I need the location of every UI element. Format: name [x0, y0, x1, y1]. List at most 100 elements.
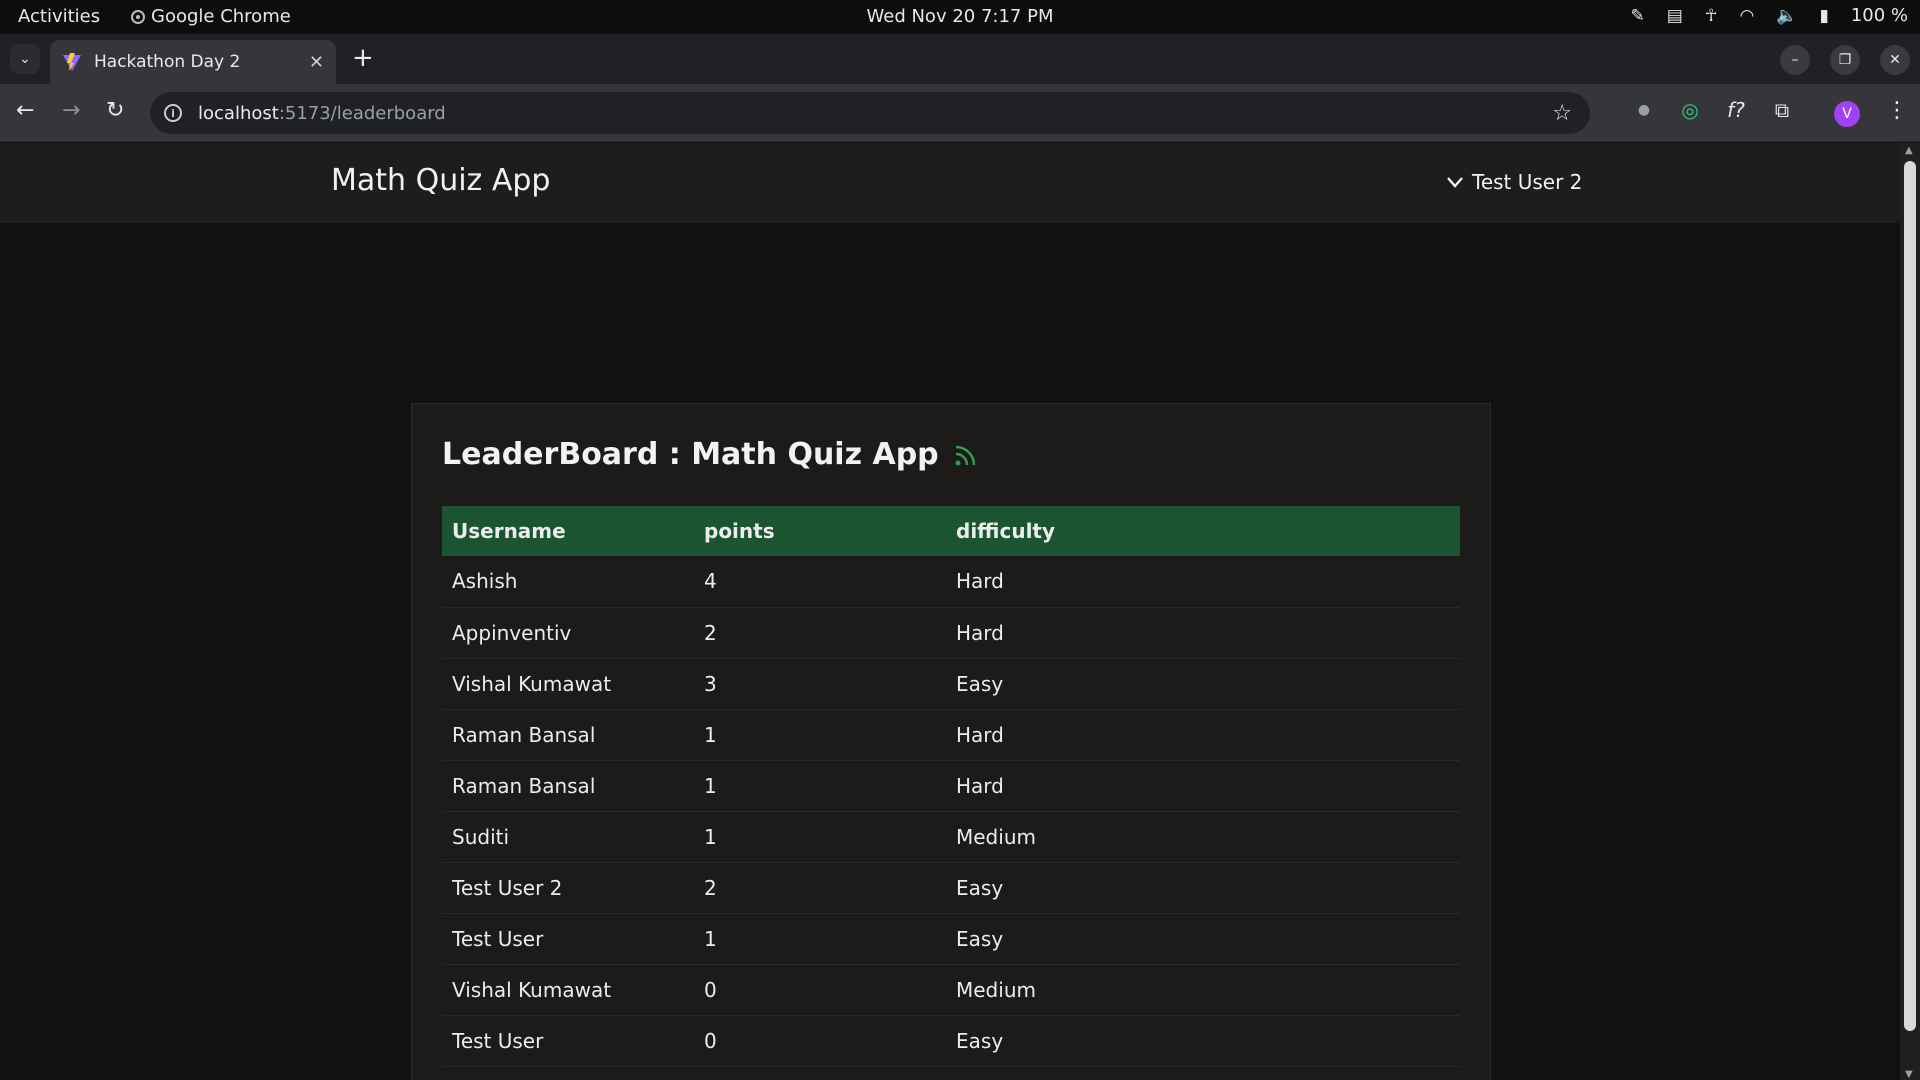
table-row: Vishal Kumawat 0 Medium	[442, 964, 1460, 1016]
table-row: Test User 1 Easy	[442, 913, 1460, 965]
restore-icon[interactable]: ❐	[1830, 45, 1860, 75]
cell-difficulty: Easy	[946, 1015, 1460, 1067]
cell-username: Appinventiv	[442, 607, 694, 659]
tab-title: Hackathon Day 2	[94, 52, 241, 72]
chevron-down-icon	[1447, 177, 1463, 188]
cell-points: 2	[694, 607, 946, 659]
cell-difficulty: Medium	[946, 811, 1460, 863]
volume-icon[interactable]: 🔈	[1776, 6, 1797, 26]
scroll-up-icon[interactable]: ▲	[1905, 145, 1913, 156]
cell-points: 0	[694, 964, 946, 1016]
system-clock[interactable]: Wed Nov 20 7:17 PM	[867, 6, 1054, 27]
table-row: Appinventiv 2 Hard	[442, 607, 1460, 659]
chrome-icon	[131, 9, 145, 24]
close-window-icon[interactable]: ✕	[1880, 45, 1910, 75]
user-menu-toggle[interactable]: Test User 2	[1446, 170, 1582, 194]
more-menu-icon[interactable]: ⋮	[1886, 98, 1908, 123]
battery-icon[interactable]: ▮	[1819, 6, 1828, 26]
scroll-down-icon[interactable]: ▼	[1905, 1069, 1913, 1080]
browser-toolbar: ← → ↻ i localhost :5173/leaderboard ☆ ● …	[0, 84, 1920, 142]
forward-arrow-icon[interactable]: →	[62, 98, 80, 123]
cell-username: Test User	[442, 1015, 694, 1067]
column-header-points: points	[704, 519, 775, 543]
tab-search-button[interactable]: ⌄	[10, 44, 40, 74]
site-info-icon[interactable]: i	[164, 104, 182, 122]
cell-difficulty: Easy	[946, 862, 1460, 914]
cell-difficulty: Easy	[946, 658, 1460, 710]
cell-difficulty: Medium	[946, 964, 1460, 1016]
app-header: Math Quiz App Test User 2	[0, 143, 1900, 223]
chevron-down-icon: ⌄	[19, 51, 31, 67]
table-row: Test User 0 Easy	[442, 1015, 1460, 1067]
cell-points: 1	[694, 913, 946, 965]
address-bar[interactable]: i localhost :5173/leaderboard ☆	[150, 92, 1590, 134]
column-header-username: Username	[452, 519, 566, 543]
cell-points: 1	[694, 709, 946, 761]
cell-difficulty: Hard	[946, 556, 1460, 608]
clipboard-icon[interactable]: ▤	[1667, 6, 1683, 26]
page-title: LeaderBoard : Math Quiz App	[442, 437, 939, 472]
vite-favicon-icon	[63, 53, 81, 71]
url-host: localhost	[198, 102, 279, 124]
target-extension-icon[interactable]: ◎	[1678, 98, 1702, 122]
scrollbar-thumb[interactable]	[1904, 161, 1916, 1031]
cell-points: 1	[694, 811, 946, 863]
battery-level: 100 %	[1850, 5, 1908, 26]
profile-avatar[interactable]: V	[1834, 101, 1860, 127]
cell-username: Test User 2	[442, 862, 694, 914]
browser-tab[interactable]: Hackathon Day 2 ✕	[50, 40, 336, 84]
table-row: Raman Bansal 1 Hard	[442, 760, 1460, 812]
table-row: Raman Bansal 1 Hard	[442, 709, 1460, 761]
wifi-icon[interactable]: ◠	[1739, 6, 1754, 26]
cell-points: 1	[694, 760, 946, 812]
active-app-label: Google Chrome	[151, 6, 291, 27]
table-row: Suditi 1 Medium	[442, 811, 1460, 863]
table-header-row: Username points difficulty	[442, 506, 1460, 556]
url-path: :5173/leaderboard	[278, 102, 446, 124]
cell-username: Test User	[442, 913, 694, 965]
cell-points: 2	[694, 862, 946, 914]
bookmark-star-icon[interactable]: ☆	[1552, 101, 1572, 126]
table-row: Test User 2 2 Easy	[442, 862, 1460, 914]
minimize-icon[interactable]: –	[1780, 45, 1810, 75]
user-menu-label: Test User 2	[1472, 170, 1583, 194]
close-tab-icon[interactable]: ✕	[309, 52, 324, 73]
back-arrow-icon[interactable]: ←	[16, 98, 34, 123]
cell-username: Raman Bansal	[442, 760, 694, 812]
rss-icon	[955, 445, 975, 465]
cell-username: Vishal Kumawat	[442, 658, 694, 710]
cell-username: Vishal Kumawat	[442, 964, 694, 1016]
leaderboard-card: LeaderBoard : Math Quiz App Username poi…	[411, 403, 1491, 1080]
page-scrollbar[interactable]: ▲ ▼	[1900, 143, 1920, 1080]
pen-icon[interactable]: ✎	[1630, 6, 1644, 26]
window-controls: – ❐ ✕	[1780, 45, 1910, 75]
cell-username: Suditi	[442, 811, 694, 863]
extension-icon[interactable]: ●	[1632, 102, 1656, 118]
cell-difficulty: Hard	[946, 760, 1460, 812]
accessibility-icon[interactable]: ☥	[1705, 6, 1718, 26]
cell-points: 3	[694, 658, 946, 710]
activities-button[interactable]: Activities	[18, 6, 100, 27]
function-extension-icon[interactable]: f?	[1724, 98, 1748, 122]
leaderboard-table: Username points difficulty Ashish 4 Hard…	[442, 506, 1460, 1067]
cell-difficulty: Hard	[946, 607, 1460, 659]
app-brand[interactable]: Math Quiz App	[331, 163, 550, 198]
cell-points: 0	[694, 1015, 946, 1067]
reload-icon[interactable]: ↻	[106, 98, 124, 123]
cell-difficulty: Hard	[946, 709, 1460, 761]
extension-icons: ● ◎ f? ⧉	[1632, 98, 1794, 122]
browser-tab-strip: ⌄ Hackathon Day 2 ✕ + – ❐ ✕	[0, 34, 1920, 84]
new-tab-button[interactable]: +	[352, 44, 374, 72]
active-app-indicator[interactable]: Google Chrome	[131, 6, 291, 27]
cell-username: Raman Bansal	[442, 709, 694, 761]
table-row: Ashish 4 Hard	[442, 556, 1460, 608]
system-top-bar: Activities Google Chrome Wed Nov 20 7:17…	[0, 0, 1920, 34]
table-row: Vishal Kumawat 3 Easy	[442, 658, 1460, 710]
cell-username: Ashish	[442, 556, 694, 608]
leaderboard-heading: LeaderBoard : Math Quiz App	[442, 437, 979, 472]
system-tray[interactable]: ✎ ▤ ☥ ◠ 🔈 ▮ 100 %	[1630, 5, 1908, 26]
puzzle-icon[interactable]: ⧉	[1770, 98, 1794, 122]
cell-difficulty: Easy	[946, 913, 1460, 965]
column-header-difficulty: difficulty	[956, 519, 1056, 543]
page-viewport: Math Quiz App Test User 2 LeaderBoard : …	[0, 143, 1900, 1080]
